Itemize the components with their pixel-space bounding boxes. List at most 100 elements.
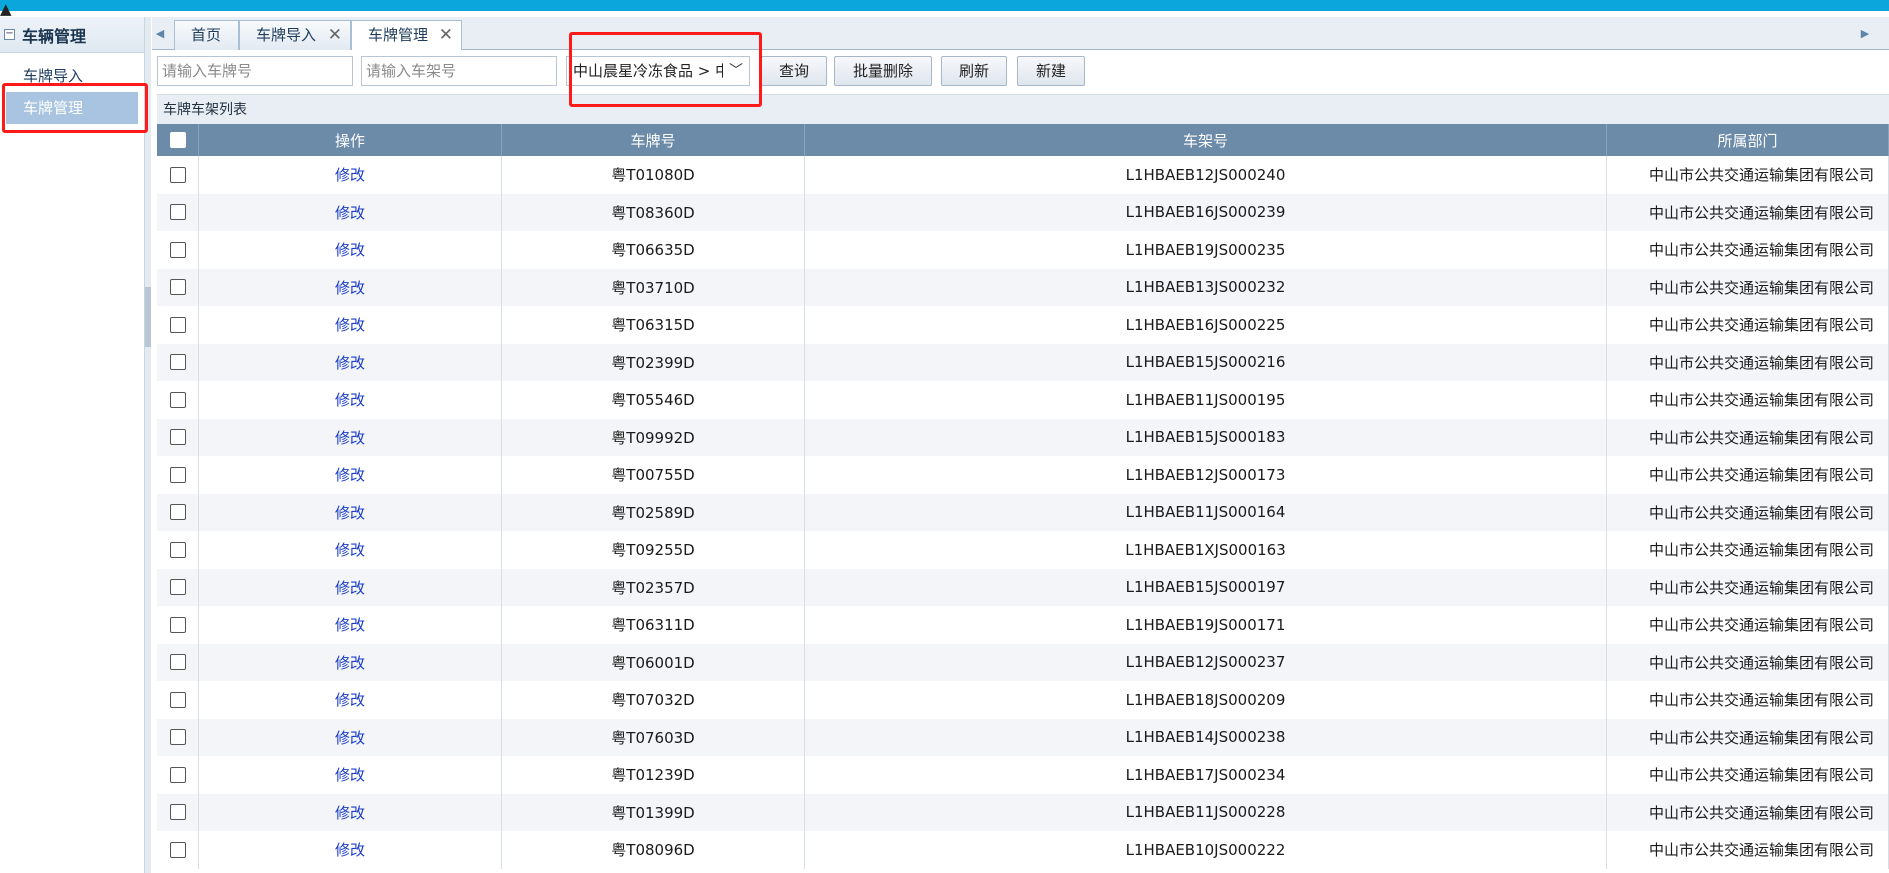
action-cell: 修改 [199,681,502,719]
sidebar-splitter[interactable] [145,17,151,873]
edit-link[interactable]: 修改 [335,652,365,673]
collapse-icon[interactable]: − [4,29,15,40]
edit-link[interactable]: 修改 [335,764,365,785]
table-row[interactable]: 修改 粤T00755D L1HBAEB12JS000173 中山市公共交通运输集团有限… [157,456,1889,494]
column-header-department[interactable]: 所属部门 [1607,124,1889,156]
department-cell: 中山市公共交通运输集团有限公司 [1607,156,1889,194]
edit-link[interactable]: 修改 [335,239,365,260]
table-row[interactable]: 修改 粤T01239D L1HBAEB17JS000234 中山市公共交通运输集团有限… [157,756,1889,794]
frame-cell: L1HBAEB13JS000232 [805,268,1607,306]
row-checkbox[interactable] [169,466,186,483]
table-row[interactable]: 修改 粤T07603D L1HBAEB14JS000238 中山市公共交通运输集团有限… [157,718,1889,756]
query-button[interactable]: 查询 [761,56,827,86]
row-checkbox[interactable] [169,204,186,221]
table-row[interactable]: 修改 粤T02399D L1HBAEB15JS000216 中山市公共交通运输集团有限… [157,343,1889,381]
table-row[interactable]: 修改 粤T09992D L1HBAEB15JS000183 中山市公共交通运输集团有限… [157,418,1889,456]
tab-label: 首页 [191,26,222,44]
refresh-button[interactable]: 刷新 [941,56,1007,86]
edit-link[interactable]: 修改 [335,202,365,223]
edit-link[interactable]: 修改 [335,464,365,485]
splitter-grip[interactable] [145,287,151,347]
tab-home[interactable]: 首页 [174,20,239,50]
edit-link[interactable]: 修改 [335,614,365,635]
department-select[interactable]: 中山晨星冷冻食品 > 中 ﹀ [566,56,750,86]
row-checkbox[interactable] [169,616,186,633]
edit-link[interactable]: 修改 [335,502,365,523]
plate-cell: 粤T02399D [502,343,805,381]
department-cell: 中山市公共交通运输集团有限公司 [1607,231,1889,269]
edit-link[interactable]: 修改 [335,164,365,185]
table-row[interactable]: 修改 粤T01080D L1HBAEB12JS000240 中山市公共交通运输集团有限… [157,156,1889,194]
action-cell: 修改 [199,718,502,756]
plate-number-input[interactable] [157,56,353,86]
close-icon[interactable]: ✕ [328,21,342,49]
row-select-cell [157,306,199,344]
edit-link[interactable]: 修改 [335,539,365,560]
row-select-cell [157,831,199,869]
edit-link[interactable]: 修改 [335,839,365,860]
row-checkbox[interactable] [169,391,186,408]
edit-link[interactable]: 修改 [335,689,365,710]
row-checkbox[interactable] [169,504,186,521]
frame-number-input[interactable] [361,56,557,86]
table-row[interactable]: 修改 粤T02589D L1HBAEB11JS000164 中山市公共交通运输集团有限… [157,493,1889,531]
table-row[interactable]: 修改 粤T03710D L1HBAEB13JS000232 中山市公共交通运输集团有限… [157,268,1889,306]
department-cell: 中山市公共交通运输集团有限公司 [1607,268,1889,306]
table-row[interactable]: 修改 粤T02357D L1HBAEB15JS000197 中山市公共交通运输集团有限… [157,568,1889,606]
select-all-checkbox[interactable] [169,132,186,148]
row-checkbox[interactable] [169,354,186,371]
table-row[interactable]: 修改 粤T05546D L1HBAEB11JS000195 中山市公共交通运输集团有限… [157,381,1889,419]
row-select-cell [157,193,199,231]
sidebar-item-plate-import[interactable]: 车牌导入 [6,60,138,92]
table-row[interactable]: 修改 粤T09255D L1HBAEB1XJS000163 中山市公共交通运输集团有限… [157,531,1889,569]
plate-cell: 粤T01239D [502,756,805,794]
table-row[interactable]: 修改 粤T06315D L1HBAEB16JS000225 中山市公共交通运输集团有限… [157,306,1889,344]
row-select-cell [157,156,199,194]
edit-link[interactable]: 修改 [335,314,365,335]
row-checkbox[interactable] [169,541,186,558]
row-checkbox[interactable] [169,841,186,858]
row-checkbox[interactable] [169,579,186,596]
row-checkbox[interactable] [169,691,186,708]
row-checkbox[interactable] [169,729,186,746]
close-icon[interactable]: ✕ [439,21,453,49]
table-row[interactable]: 修改 粤T07032D L1HBAEB18JS000209 中山市公共交通运输集团有限… [157,681,1889,719]
table-row[interactable]: 修改 粤T06311D L1HBAEB19JS000171 中山市公共交通运输集团有限… [157,606,1889,644]
top-collapse-handle[interactable]: ▲ [0,0,1889,18]
tab-plate-import[interactable]: 车牌导入 ✕ [239,20,351,50]
batch-delete-button[interactable]: 批量删除 [834,56,932,86]
row-checkbox[interactable] [169,654,186,671]
edit-link[interactable]: 修改 [335,577,365,598]
table-row[interactable]: 修改 粤T01399D L1HBAEB11JS000228 中山市公共交通运输集团有限… [157,793,1889,831]
row-checkbox[interactable] [169,766,186,783]
table-row[interactable]: 修改 粤T06635D L1HBAEB19JS000235 中山市公共交通运输集团有限… [157,231,1889,269]
row-checkbox[interactable] [169,429,186,446]
tab-scroll-left-icon[interactable]: ◀ [152,17,168,50]
column-header-frame[interactable]: 车架号 [805,124,1607,156]
edit-link[interactable]: 修改 [335,727,365,748]
tab-scroll-right-icon[interactable]: ▶ [1857,17,1873,50]
row-checkbox[interactable] [169,279,186,296]
edit-link[interactable]: 修改 [335,277,365,298]
department-select-value: 中山晨星冷冻食品 > 中 [573,62,723,80]
row-checkbox[interactable] [169,316,186,333]
sidebar-item-plate-management[interactable]: 车牌管理 [6,92,138,124]
column-header-plate[interactable]: 车牌号 [502,124,805,156]
plate-cell: 粤T06311D [502,606,805,644]
tab-plate-management[interactable]: 车牌管理 ✕ [351,20,462,51]
new-button[interactable]: 新建 [1017,56,1085,86]
row-checkbox[interactable] [169,804,186,821]
edit-link[interactable]: 修改 [335,352,365,373]
department-cell: 中山市公共交通运输集团有限公司 [1607,193,1889,231]
data-grid: 操作 车牌号 车架号 所属部门 修改 粤T01080D L1HBAEB12JS000… [157,124,1889,869]
edit-link[interactable]: 修改 [335,802,365,823]
row-checkbox[interactable] [169,166,186,183]
row-checkbox[interactable] [169,241,186,258]
edit-link[interactable]: 修改 [335,389,365,410]
plate-cell: 粤T09992D [502,418,805,456]
table-row[interactable]: 修改 粤T06001D L1HBAEB12JS000237 中山市公共交通运输集团有限… [157,643,1889,681]
department-cell: 中山市公共交通运输集团有限公司 [1607,568,1889,606]
edit-link[interactable]: 修改 [335,427,365,448]
table-row[interactable]: 修改 粤T08360D L1HBAEB16JS000239 中山市公共交通运输集团有限… [157,193,1889,231]
table-row[interactable]: 修改 粤T08096D L1HBAEB10JS000222 中山市公共交通运输集团有限… [157,831,1889,869]
